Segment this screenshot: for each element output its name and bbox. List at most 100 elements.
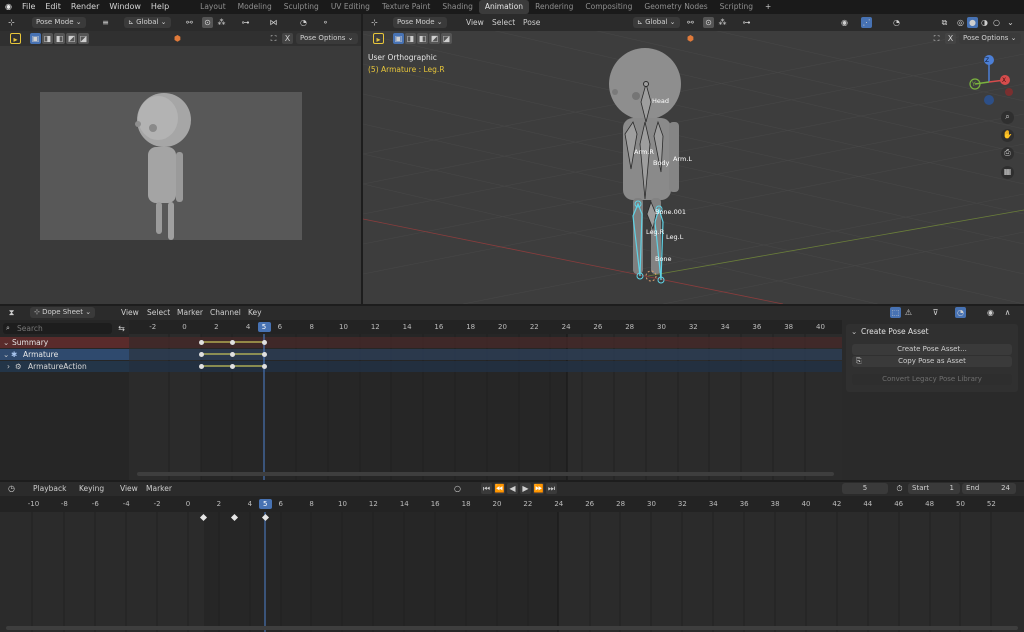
mode-dropdown[interactable]: Pose Mode ⌄ <box>32 17 86 28</box>
axis-x-icon[interactable]: X <box>282 33 293 44</box>
select-extend-icon[interactable]: ◨ <box>42 33 53 44</box>
mode-dropdown[interactable]: Pose Mode ⌄ <box>393 17 447 28</box>
only-selected-icon[interactable]: ⬚ <box>890 307 901 318</box>
snap-target-icon[interactable]: ⁂ <box>717 17 728 28</box>
select-intersect-icon[interactable]: ◪ <box>441 33 452 44</box>
overlay-icon[interactable]: ◔ <box>891 17 902 28</box>
tab-modeling[interactable]: Modeling <box>232 0 278 14</box>
panel-title[interactable]: Create Pose Asset <box>861 326 929 337</box>
tl-marker-menu[interactable]: Marker <box>146 483 172 494</box>
snapping-icon[interactable]: ◉ <box>985 307 996 318</box>
snap-icon[interactable]: ⊙ <box>202 17 213 28</box>
playback-menu[interactable]: Playback <box>33 483 66 494</box>
preview-range-icon[interactable]: ⏱ <box>894 483 905 494</box>
ds-menu-key[interactable]: Key <box>248 307 262 318</box>
shading-icon[interactable]: ◔ <box>298 17 309 28</box>
jump-start-icon[interactable]: ⏮ <box>481 483 492 494</box>
menu-window[interactable]: Window <box>104 0 146 14</box>
tab-texture-paint[interactable]: Texture Paint <box>376 0 436 14</box>
tab-compositing[interactable]: Compositing <box>579 0 638 14</box>
panel-collapse-icon[interactable]: ⌄ <box>851 326 857 337</box>
tl-horizontal-scrollbar[interactable] <box>6 626 1018 630</box>
tab-sculpting[interactable]: Sculpting <box>278 0 325 14</box>
tab-uv-editing[interactable]: UV Editing <box>325 0 376 14</box>
menu-edit[interactable]: Edit <box>40 0 66 14</box>
pose-library-icon[interactable]: ⬢ <box>172 33 183 44</box>
menu-help[interactable]: Help <box>146 0 174 14</box>
ds-menu-view[interactable]: View <box>121 307 139 318</box>
ds-menu-select[interactable]: Select <box>147 307 170 318</box>
select-tool-icon[interactable]: ▸ <box>373 33 384 44</box>
keyframe-region[interactable]: -2 0 2 4 5 6 8 10 12 14 16 18 20 22 24 26 28 30 32 34 36 38 40 <box>129 320 842 480</box>
next-keyframe-icon[interactable]: ⏩ <box>533 483 544 494</box>
select-extend-icon[interactable]: ◨ <box>405 33 416 44</box>
keyframe[interactable] <box>230 340 235 345</box>
menu-view[interactable]: View <box>466 17 484 28</box>
material-shading-icon[interactable]: ◑ <box>979 17 990 28</box>
action-expand-icon[interactable]: › <box>7 361 10 372</box>
channel-summary[interactable]: ⌄ Summary <box>0 337 129 348</box>
tab-animation[interactable]: Animation <box>478 0 530 14</box>
orientation-dropdown[interactable]: ⊾ Global ⌄ <box>124 17 171 28</box>
transform-orientation-icon[interactable]: ⛶ <box>931 33 942 44</box>
tab-rendering[interactable]: Rendering <box>529 0 579 14</box>
keyframe[interactable] <box>230 364 235 369</box>
transform-orientation-icon[interactable]: ⛶ <box>268 33 279 44</box>
pose-options-dropdown[interactable]: Pose Options ⌄ <box>296 33 358 44</box>
select-invert-icon[interactable]: ◩ <box>429 33 440 44</box>
proportional-edit-icon[interactable]: ◔ <box>955 307 966 318</box>
keyframe[interactable] <box>262 352 267 357</box>
box-select-icon[interactable]: ▣ <box>393 33 404 44</box>
tl-frame-ruler[interactable]: -10 -8 -6 -4 -2 0 2 4 5 6 8 10 12 14 16 18 20 22 24 26 28 30 3… <box>0 499 1024 511</box>
viewport-shading-icon[interactable]: ⚬ <box>320 17 331 28</box>
pose-options-dropdown[interactable]: Pose Options ⌄ <box>959 33 1021 44</box>
select-invert-icon[interactable]: ◩ <box>66 33 77 44</box>
tab-scripting[interactable]: Scripting <box>714 0 759 14</box>
play-reverse-icon[interactable]: ◀ <box>507 483 518 494</box>
main-viewport[interactable]: ⊹ Pose Mode ⌄ View Select Pose ⊾ Global … <box>363 14 1024 304</box>
channel-armature[interactable]: ⌄ ✱ Armature <box>0 349 129 360</box>
ds-horizontal-scrollbar[interactable] <box>137 472 834 476</box>
rendered-shading-icon[interactable]: ○ <box>991 17 1002 28</box>
current-frame-field[interactable]: 5 <box>842 483 888 494</box>
menu-select[interactable]: Select <box>492 17 515 28</box>
select-intersect-icon[interactable]: ◪ <box>78 33 89 44</box>
xray-icon[interactable]: ⋈ <box>268 17 279 28</box>
pose-library-icon[interactable]: ⬢ <box>685 33 696 44</box>
convert-legacy-button[interactable]: Convert Legacy Pose Library <box>852 374 1012 385</box>
editor-type-icon[interactable]: ⧗ <box>6 307 17 318</box>
menu-render[interactable]: Render <box>66 0 104 14</box>
perspective-grid-icon[interactable]: ▦ <box>1001 166 1014 179</box>
channel-search-input[interactable]: ⌕ Search <box>3 323 112 334</box>
snap-icon[interactable]: ⊙ <box>703 17 714 28</box>
select-tool-icon[interactable]: ▸ <box>10 33 21 44</box>
end-frame-field[interactable]: End 24 <box>962 483 1016 494</box>
keyframe[interactable] <box>262 340 267 345</box>
menu-file[interactable]: File <box>17 0 40 14</box>
filter-icon[interactable]: ⊽ <box>930 307 941 318</box>
create-pose-asset-button[interactable]: Create Pose Asset... <box>852 344 1012 355</box>
keyframe[interactable] <box>199 352 204 357</box>
wireframe-shading-icon[interactable]: ◎ <box>955 17 966 28</box>
visibility-icon[interactable]: ◉ <box>839 17 850 28</box>
tab-layout[interactable]: Layout <box>194 0 232 14</box>
tl-view-menu[interactable]: View <box>120 483 138 494</box>
channel-armature-action[interactable]: › ⚙ ArmatureAction <box>0 361 129 372</box>
select-subtract-icon[interactable]: ◧ <box>417 33 428 44</box>
menu-pose[interactable]: Pose <box>523 17 540 28</box>
orientation-dropdown[interactable]: ⊾ Global ⌄ <box>633 17 680 28</box>
editor-type-icon[interactable]: ◷ <box>6 483 17 494</box>
proportional-icon[interactable]: ⊶ <box>741 17 752 28</box>
show-errors-icon[interactable]: ⚠ <box>903 307 914 318</box>
auto-keying-icon[interactable]: ○ <box>452 483 463 494</box>
pivot-icon[interactable]: ⚯ <box>184 17 195 28</box>
snap-target-icon[interactable]: ⁂ <box>216 17 227 28</box>
proportional-icon[interactable]: ⊶ <box>240 17 251 28</box>
axis-x-icon[interactable]: X <box>945 33 956 44</box>
interpolation-icon[interactable]: ∧ <box>1002 307 1013 318</box>
timeline-region[interactable]: -10 -8 -6 -4 -2 0 2 4 5 6 8 10 12 14 16 18 20 22 24 26 28 30 3… <box>0 496 1024 632</box>
prev-keyframe-icon[interactable]: ⏪ <box>494 483 505 494</box>
dope-sheet-mode-dropdown[interactable]: ⊹ Dope Sheet ⌄ <box>30 307 96 318</box>
box-select-icon[interactable]: ▣ <box>30 33 41 44</box>
keyframe[interactable] <box>262 364 267 369</box>
